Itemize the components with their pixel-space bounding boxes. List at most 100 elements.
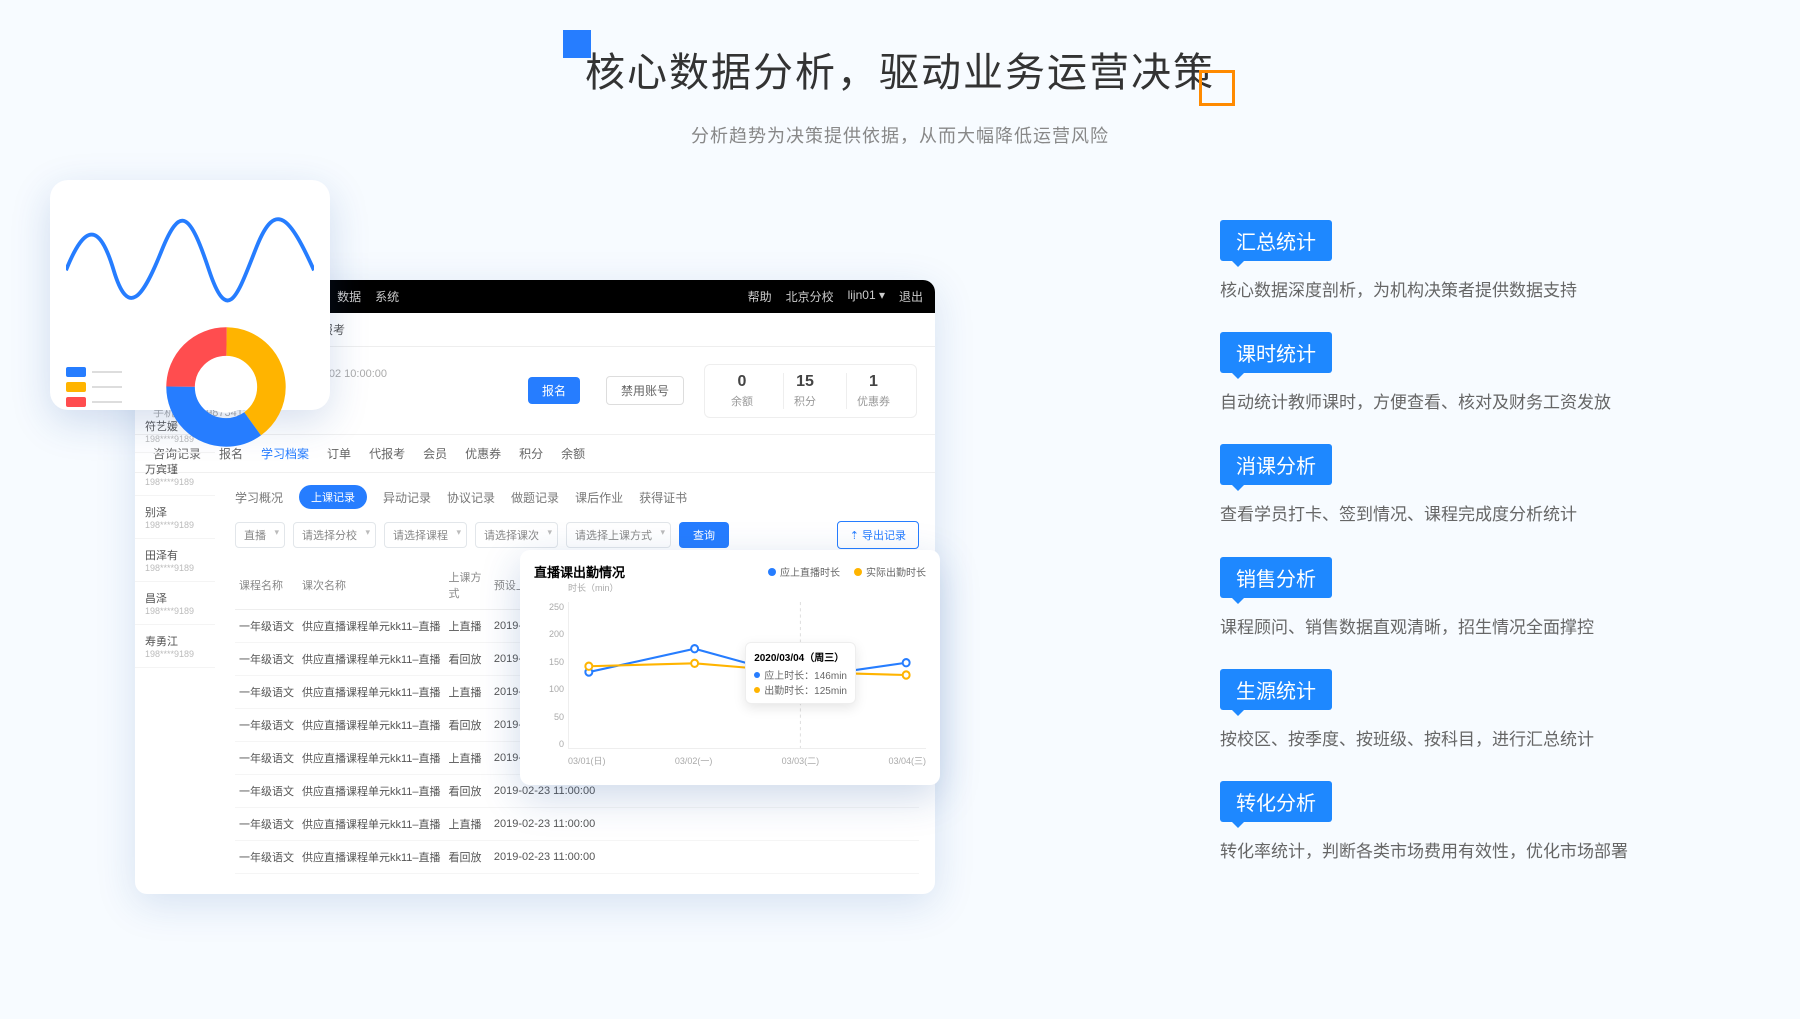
table-cell: 上直播 xyxy=(445,676,490,709)
illustration-stack: 教学运营题库资源财务数据系统帮助北京分校lijn01 ▾退出 管理班级管理学员通… xyxy=(50,170,950,870)
sidebar-student[interactable]: 万宾瑾198****9189 xyxy=(135,453,215,496)
feature-desc: 核心数据深度剖析，为机构决策者提供数据支持 xyxy=(1220,277,1740,304)
table-cell xyxy=(709,841,777,874)
chart-tooltip: 2020/03/04（周三） 应上时长：146min出勤时长：125min xyxy=(745,642,856,704)
sidebar-student[interactable]: 寿勇江198****9189 xyxy=(135,625,215,668)
signup-button[interactable]: 报名 xyxy=(528,377,580,404)
profile-tab[interactable]: 优惠券 xyxy=(465,445,501,462)
legend-item: 应上直播时长 xyxy=(768,564,840,579)
table-cell xyxy=(777,808,845,841)
chart-title: 直播课出勤情况 xyxy=(534,562,625,581)
legend-swatch xyxy=(66,397,122,407)
record-subtabs: 学习概况上课记录异动记录协议记录做题记录课后作业获得证书 xyxy=(235,485,919,509)
feature-desc: 按校区、按季度、按班级、按科目，进行汇总统计 xyxy=(1220,726,1740,753)
table-header: 课程名称 xyxy=(235,561,298,610)
table-cell xyxy=(599,808,708,841)
feature-item: 消课分析 查看学员打卡、签到情况、课程完成度分析统计 xyxy=(1220,444,1740,528)
filter-branch[interactable]: 请选择分校 xyxy=(293,522,376,548)
chart-legend: 应上直播时长实际出勤时长 xyxy=(768,564,926,579)
table-cell: 看回放 xyxy=(445,775,490,808)
record-subtab[interactable]: 协议记录 xyxy=(447,489,495,506)
topnav-item[interactable]: 系统 xyxy=(375,288,399,305)
donut-chart-icon xyxy=(138,327,314,447)
feature-tag: 消课分析 xyxy=(1220,444,1332,485)
filter-type[interactable]: 直播 xyxy=(235,522,285,548)
tooltip-row: 出勤时长：125min xyxy=(754,682,847,697)
export-button[interactable]: ⇡ 导出记录 xyxy=(837,521,919,549)
sidebar-student[interactable]: 昌泽198****9189 xyxy=(135,582,215,625)
legend-item: 实际出勤时长 xyxy=(854,564,926,579)
table-cell: 看回放 xyxy=(445,643,490,676)
table-header: 课次名称 xyxy=(298,561,445,610)
table-cell xyxy=(845,841,887,874)
topnav-right-item[interactable]: 帮助 xyxy=(748,288,772,305)
profile-tab[interactable]: 积分 xyxy=(519,445,543,462)
table-cell: 供应直播课程单元kk11–直播 xyxy=(298,643,445,676)
feature-desc: 转化率统计，判断各类市场费用有效性，优化市场部署 xyxy=(1220,838,1740,865)
table-cell: 供应直播课程单元kk11–直播 xyxy=(298,676,445,709)
hero-subtitle: 分析趋势为决策提供依据，从而大幅降低运营风险 xyxy=(0,122,1800,148)
attendance-chart-card: 直播课出勤情况 应上直播时长实际出勤时长 时长（min） 25020015010… xyxy=(520,550,940,785)
topnav-right-item[interactable]: 退出 xyxy=(899,288,923,305)
table-cell: 供应直播课程单元kk11–直播 xyxy=(298,808,445,841)
table-cell: 2019-02-23 11:00:00 xyxy=(490,808,599,841)
donut-legend xyxy=(66,362,122,412)
record-subtab[interactable]: 学习概况 xyxy=(235,489,283,506)
table-cell: 一年级语文 xyxy=(235,841,298,874)
table-cell xyxy=(599,841,708,874)
table-row[interactable]: 一年级语文供应直播课程单元kk11–直播看回放2019-02-23 11:00:… xyxy=(235,841,919,874)
profile-tab[interactable]: 会员 xyxy=(423,445,447,462)
feature-tag: 汇总统计 xyxy=(1220,220,1332,261)
feature-list: 汇总统计 核心数据深度剖析，为机构决策者提供数据支持课时统计 自动统计教师课时，… xyxy=(1220,220,1740,893)
table-cell: 供应直播课程单元kk11–直播 xyxy=(298,775,445,808)
table-cell: 看回放 xyxy=(445,841,490,874)
table-cell: 上直播 xyxy=(445,808,490,841)
feature-item: 销售分析 课程顾问、销售数据直观清晰，招生情况全面撑控 xyxy=(1220,557,1740,641)
topnav-right-item[interactable]: lijn01 ▾ xyxy=(848,288,885,305)
tooltip-date: 2020/03/04（周三） xyxy=(754,649,847,664)
record-subtab[interactable]: 课后作业 xyxy=(575,489,623,506)
profile-tab[interactable]: 余额 xyxy=(561,445,585,462)
sidebar-student[interactable]: 别泽198****9189 xyxy=(135,496,215,539)
table-cell: 看回放 xyxy=(445,709,490,742)
feature-tag: 销售分析 xyxy=(1220,557,1332,598)
filter-mode[interactable]: 请选择上课方式 xyxy=(566,522,671,548)
filter-row: 直播 请选择分校 请选择课程 请选择课次 请选择上课方式 查询 ⇡ 导出记录 xyxy=(235,521,919,549)
table-cell: 上直播 xyxy=(445,742,490,775)
feature-desc: 查看学员打卡、签到情况、课程完成度分析统计 xyxy=(1220,501,1740,528)
record-subtab[interactable]: 做题记录 xyxy=(511,489,559,506)
table-cell: 一年级语文 xyxy=(235,808,298,841)
table-cell xyxy=(845,808,887,841)
legend-swatch xyxy=(66,382,122,392)
hero-title: 核心数据分析，驱动业务运营决策 xyxy=(585,40,1215,98)
topnav-right-item[interactable]: 北京分校 xyxy=(786,288,834,305)
feature-item: 转化分析 转化率统计，判断各类市场费用有效性，优化市场部署 xyxy=(1220,781,1740,865)
table-cell: 一年级语文 xyxy=(235,709,298,742)
stat-item: 1优惠券 xyxy=(846,373,900,409)
feature-desc: 自动统计教师课时，方便查看、核对及财务工资发放 xyxy=(1220,389,1740,416)
table-cell xyxy=(887,808,919,841)
topnav-item[interactable]: 数据 xyxy=(337,288,361,305)
legend-swatch xyxy=(66,367,122,377)
profile-tab[interactable]: 报名 xyxy=(219,445,243,462)
profile-tab[interactable]: 学习档案 xyxy=(261,445,309,462)
record-subtab[interactable]: 获得证书 xyxy=(639,489,687,506)
table-row[interactable]: 一年级语文供应直播课程单元kk11–直播上直播2019-02-23 11:00:… xyxy=(235,808,919,841)
table-cell: 一年级语文 xyxy=(235,676,298,709)
table-cell: 供应直播课程单元kk11–直播 xyxy=(298,709,445,742)
query-button[interactable]: 查询 xyxy=(679,522,729,548)
chart-yaxis: 250200150100500 xyxy=(534,602,564,749)
record-subtab[interactable]: 上课记录 xyxy=(299,485,367,509)
table-header: 上课方式 xyxy=(445,561,490,610)
stat-item: 15积分 xyxy=(783,373,826,409)
table-cell: 一年级语文 xyxy=(235,775,298,808)
filter-lesson[interactable]: 请选择课次 xyxy=(475,522,558,548)
tooltip-row: 应上时长：146min xyxy=(754,667,847,682)
disable-account-button[interactable]: 禁用账号 xyxy=(606,376,684,405)
profile-tab[interactable]: 代报考 xyxy=(369,445,405,462)
feature-tag: 转化分析 xyxy=(1220,781,1332,822)
sidebar-student[interactable]: 田泽有198****9189 xyxy=(135,539,215,582)
record-subtab[interactable]: 异动记录 xyxy=(383,489,431,506)
profile-tab[interactable]: 订单 xyxy=(327,445,351,462)
filter-course[interactable]: 请选择课程 xyxy=(384,522,467,548)
